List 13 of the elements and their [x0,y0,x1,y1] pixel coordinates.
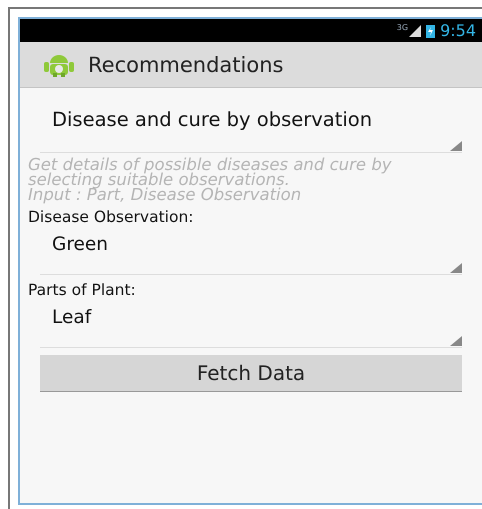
network-type: 3G [396,23,408,32]
field-label: Parts of Plant: [28,281,137,299]
app-title: Recommendations [88,52,284,76]
dropdown-spinner[interactable]: Leaf [40,307,462,348]
android-app-icon [44,52,74,76]
dropdown-spinner[interactable]: Disease and cure by observation [40,108,462,153]
battery-icon [426,24,436,38]
field-label: Disease Observation: [28,208,194,226]
hint-text: Get details of possible diseases and cure by selecting suitable observations. Input : Part, Disease Observation [28,157,393,202]
clock-time: 9:54 [440,21,476,40]
dropdown-spinner[interactable]: Green [40,234,462,275]
fetch-button[interactable]: Fetch Data [40,355,462,392]
signal-icon [409,24,422,36]
